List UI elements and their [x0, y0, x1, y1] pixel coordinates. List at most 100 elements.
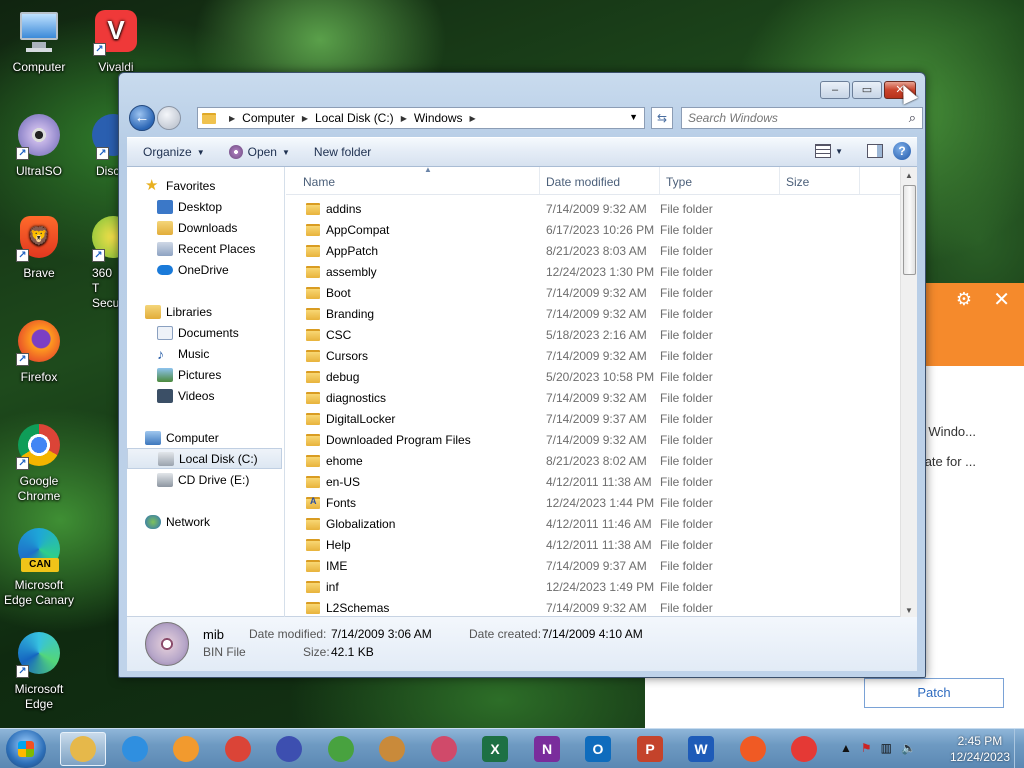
vertical-scrollbar[interactable]: ▲ ▼ — [900, 167, 917, 617]
table-row[interactable]: Help 4/12/2011 11:38 AM File folder — [286, 534, 900, 555]
nav-libraries[interactable]: Libraries — [127, 301, 284, 322]
close-icon[interactable]: ✕ — [993, 287, 1010, 312]
table-row[interactable]: DigitalLocker 7/14/2009 9:37 AM File folde… — [286, 408, 900, 429]
scroll-thumb[interactable] — [903, 185, 916, 275]
table-row[interactable]: L2Schemas 7/14/2009 9:32 AM File folder — [286, 597, 900, 618]
volume-muted-icon[interactable]: 🔈 — [901, 741, 916, 755]
new-folder-button[interactable]: New folder — [306, 145, 379, 159]
nav-favorites[interactable]: ★ Favorites — [127, 175, 284, 196]
taskbar-app-xbox-app[interactable] — [318, 732, 364, 766]
nav-pictures[interactable]: Pictures — [127, 364, 284, 385]
nav-local-disk[interactable]: Local Disk (C:) — [127, 448, 282, 469]
table-row[interactable]: en-US 4/12/2011 11:38 AM File folder — [286, 471, 900, 492]
taskbar-app-vivaldi[interactable] — [781, 732, 827, 766]
table-row[interactable]: inf 12/24/2023 1:49 PM File folder — [286, 576, 900, 597]
taskbar-app-file-explorer[interactable] — [60, 732, 106, 766]
table-row[interactable]: Fonts 12/24/2023 1:44 PM File folder — [286, 492, 900, 513]
desktop-icon-360-security[interactable]: ↗ 360 T Secu — [78, 216, 118, 311]
column-header-date-modified[interactable]: Date modified — [540, 167, 660, 194]
table-row[interactable]: addins 7/14/2009 9:32 AM File folder — [286, 198, 900, 219]
desktop-icon-brave[interactable]: 🦁 ↗ Brave — [0, 216, 78, 281]
patch-button[interactable]: Patch — [864, 678, 1004, 708]
taskbar-app-infinity-app[interactable] — [266, 732, 312, 766]
desktop-icon-vivaldi[interactable]: V ↗ Vivaldi — [77, 10, 155, 75]
view-options-icon[interactable] — [815, 144, 832, 158]
refresh-button[interactable]: ⇆ — [651, 107, 673, 129]
desktop-icon-computer[interactable]: Computer — [0, 10, 78, 75]
desktop-icon-ultraiso[interactable]: ↗ UltraISO — [0, 114, 78, 179]
nav-computer[interactable]: Computer — [127, 427, 284, 448]
chevron-up-icon[interactable]: ▲ — [840, 741, 852, 755]
taskbar-app-outlook[interactable]: O — [575, 732, 621, 766]
taskbar-app-snipping[interactable] — [421, 732, 467, 766]
forward-button[interactable] — [157, 106, 181, 130]
taskbar-app-paint[interactable] — [369, 732, 415, 766]
taskbar-app-chrome[interactable] — [215, 732, 261, 766]
nav-downloads[interactable]: Downloads — [127, 217, 284, 238]
desktop-icon-firefox[interactable]: ↗ Firefox — [0, 320, 78, 385]
start-button[interactable] — [6, 730, 46, 768]
taskbar-app-internet-explorer[interactable] — [112, 732, 158, 766]
search-input[interactable]: Search Windows ⌕ — [681, 107, 923, 129]
action-center-icon[interactable]: ⚑ — [861, 741, 872, 755]
taskbar-app-powerpoint[interactable]: P — [627, 732, 673, 766]
help-icon[interactable]: ? — [893, 142, 911, 160]
explorer-window[interactable]: – ▭ ✕ ← ▶ Computer ▶ Local Disk (C:) ▶ W… — [118, 72, 926, 678]
chevron-right-icon[interactable]: ▶ — [302, 114, 308, 123]
table-row[interactable]: AppCompat 6/17/2023 10:26 PM File folder — [286, 219, 900, 240]
show-desktop-button[interactable] — [1014, 729, 1024, 768]
table-row[interactable]: IME 7/14/2009 9:37 AM File folder — [286, 555, 900, 576]
desktop-icon-disc[interactable]: ↗ Disc — [78, 114, 118, 179]
chevron-right-icon[interactable]: ▶ — [470, 114, 476, 123]
breadcrumb-windows[interactable]: Windows — [414, 111, 463, 125]
desktop-icon-chrome[interactable]: ↗ Google Chrome — [0, 424, 78, 504]
table-row[interactable]: assembly 12/24/2023 1:30 PM File folder — [286, 261, 900, 282]
table-row[interactable]: AppPatch 8/21/2023 8:03 AM File folder — [286, 240, 900, 261]
table-row[interactable]: ehome 8/21/2023 8:02 AM File folder — [286, 450, 900, 471]
taskbar-app-word[interactable]: W — [678, 732, 724, 766]
column-header-name[interactable]: Name ▲ — [286, 165, 540, 194]
taskbar-app-onenote[interactable]: N — [524, 732, 570, 766]
table-row[interactable]: Globalization 4/12/2011 11:46 AM File fold… — [286, 513, 900, 534]
nav-music[interactable]: ♪ Music — [127, 343, 284, 364]
nav-cd-drive[interactable]: CD Drive (E:) — [127, 469, 284, 490]
minimize-button[interactable]: – — [820, 81, 850, 99]
taskbar-app-media-player[interactable] — [163, 732, 209, 766]
open-button[interactable]: Open ▼ — [221, 145, 298, 159]
nav-videos[interactable]: Videos — [127, 385, 284, 406]
taskbar-app-excel[interactable]: X — [472, 732, 518, 766]
address-bar[interactable]: ▶ Computer ▶ Local Disk (C:) ▶ Windows ▶… — [197, 107, 645, 129]
breadcrumb-local-disk[interactable]: Local Disk (C:) — [315, 111, 394, 125]
table-row[interactable]: diagnostics 7/14/2009 9:32 AM File folder — [286, 387, 900, 408]
network-icon[interactable]: ▥ — [881, 741, 892, 755]
clock[interactable]: 2:45 PM 12/24/2023 — [950, 733, 1010, 765]
column-header-type[interactable]: Type — [660, 167, 780, 194]
nav-desktop[interactable]: Desktop — [127, 196, 284, 217]
chevron-down-icon[interactable]: ▼ — [629, 112, 638, 122]
taskbar-app-brave[interactable] — [730, 732, 776, 766]
table-row[interactable]: Cursors 7/14/2009 9:32 AM File folder — [286, 345, 900, 366]
search-icon[interactable]: ⌕ — [909, 110, 916, 126]
scroll-down-icon[interactable]: ▼ — [905, 606, 913, 615]
organize-button[interactable]: Organize ▼ — [135, 145, 213, 159]
chevron-right-icon[interactable]: ▶ — [229, 114, 235, 123]
chevron-right-icon[interactable]: ▶ — [401, 114, 407, 123]
table-row[interactable]: Boot 7/14/2009 9:32 AM File folder — [286, 282, 900, 303]
table-row[interactable]: Branding 7/14/2009 9:32 AM File folder — [286, 303, 900, 324]
chevron-down-icon[interactable]: ▼ — [835, 147, 843, 156]
nav-onedrive[interactable]: OneDrive — [127, 259, 284, 280]
nav-recent-places[interactable]: Recent Places — [127, 238, 284, 259]
table-row[interactable]: Downloaded Program Files 7/14/2009 9:32 A… — [286, 429, 900, 450]
desktop-icon-edge[interactable]: ↗ Microsoft Edge — [0, 632, 78, 712]
table-row[interactable]: CSC 5/18/2023 2:16 AM File folder — [286, 324, 900, 345]
column-header-size[interactable]: Size — [780, 167, 860, 194]
back-button[interactable]: ← — [129, 105, 155, 131]
table-row[interactable]: debug 5/20/2023 10:58 PM File folder — [286, 366, 900, 387]
desktop-icon-edge-canary[interactable]: CAN Microsoft Edge Canary — [0, 528, 78, 608]
maximize-button[interactable]: ▭ — [852, 81, 882, 99]
scroll-up-icon[interactable]: ▲ — [905, 171, 913, 180]
gear-icon[interactable]: ⚙ — [956, 289, 972, 310]
preview-pane-icon[interactable] — [867, 144, 883, 158]
nav-network[interactable]: Network — [127, 511, 284, 532]
nav-documents[interactable]: Documents — [127, 322, 284, 343]
